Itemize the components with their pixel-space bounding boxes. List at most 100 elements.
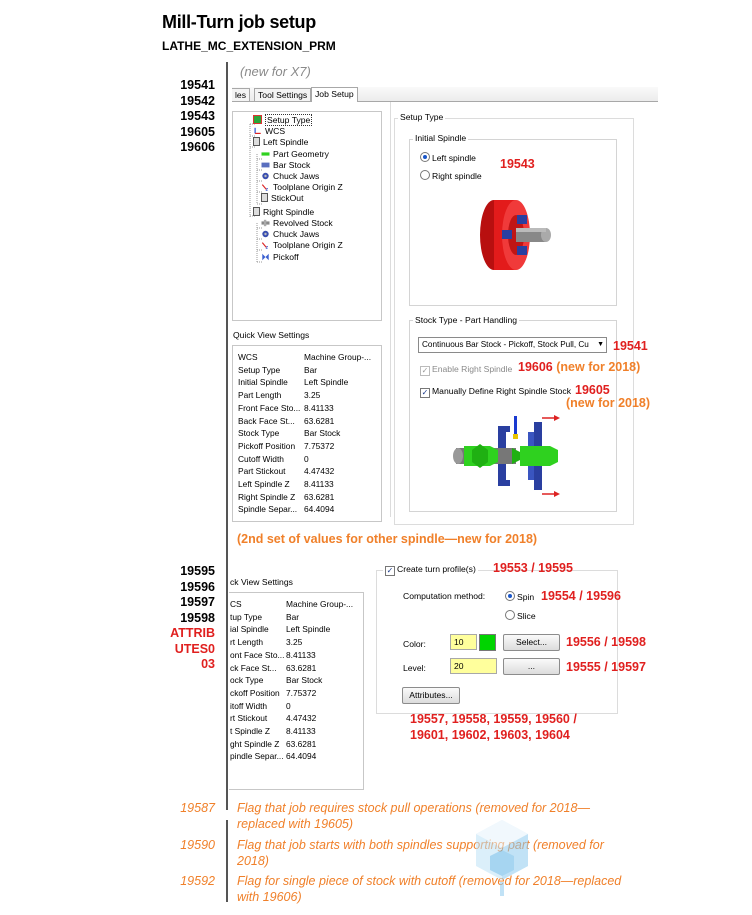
tree-item-left-spindle[interactable]: Left Spindle [253, 137, 308, 147]
manually-define-checkbox[interactable]: ✓ Manually Define Right Spindle Stock [420, 386, 571, 398]
attributes-button[interactable]: Attributes... [402, 687, 460, 704]
quick-view-title: Quick View Settings [233, 330, 310, 340]
qv-label: ial Spindle [230, 624, 269, 635]
chevron-down-icon[interactable]: ▼ [595, 338, 604, 352]
qv-label: t Spindle Z [230, 726, 271, 737]
spindle-icon [253, 207, 260, 216]
qv-label: ont Face Sto... [230, 649, 285, 660]
qv-label: ckoff Position [230, 687, 280, 698]
chuck-jaws-icon [262, 172, 269, 180]
select-color-button[interactable]: Select... [503, 634, 560, 651]
quick-view-list-2: CS tup Type ial Spindle rt Length ont Fa… [229, 592, 364, 790]
qv-value: Left Spindle [304, 377, 349, 388]
note-param-19590: 19590 [180, 838, 215, 852]
tree-label: Chuck Jaws [273, 171, 320, 181]
stock-type-label: Stock Type - Part Handling [413, 315, 520, 325]
tree-label: Toolplane Origin Z [273, 240, 343, 250]
quick-view-labels: WCS Setup Type Initial Spindle Part Leng… [238, 351, 300, 516]
new-for-x7-note: (new for X7) [240, 64, 311, 79]
qv-value: 4.47432 [304, 466, 335, 477]
left-spindle-radio[interactable]: Left spindle [420, 152, 476, 163]
qv-value: 64.4094 [286, 751, 317, 762]
qv-value: 0 [304, 453, 309, 464]
checkbox[interactable]: ✓ [420, 388, 430, 398]
create-turn-profile-checkbox[interactable]: ✓ Create turn profile(s) [383, 564, 478, 576]
tree-item-stickout[interactable]: StickOut [261, 193, 303, 203]
qv-value: 8.41133 [304, 402, 334, 413]
tree-item-right-spindle[interactable]: Right Spindle [253, 207, 314, 217]
tree-item-pickoff[interactable]: Pickoff [261, 252, 299, 262]
tree-item-bar-stock[interactable]: Bar Stock [261, 160, 310, 170]
qv-label: pindle Separ... [230, 751, 284, 762]
param-list-1: 19541 19542 19543 19605 19606 [163, 78, 215, 156]
tree-item-chuck-jaws-right[interactable]: Chuck Jaws [261, 229, 319, 239]
radio-button[interactable] [420, 170, 430, 180]
callout-create-profile: 19553 / 19595 [493, 561, 573, 575]
qv-label: CS [230, 599, 242, 609]
tree-item-wcs[interactable]: WCS [253, 126, 285, 136]
tree-item-toolplane-origin[interactable]: z Toolplane Origin Z [261, 182, 343, 192]
enable-right-spindle-checkbox[interactable]: ✓ Enable Right Spindle [420, 364, 512, 376]
qv-label: Setup Type [238, 364, 281, 375]
radio-button[interactable] [505, 591, 515, 601]
note-line: Flag that job requires stock pull operat… [237, 801, 590, 815]
tree-item-part-geometry[interactable]: Part Geometry [261, 149, 329, 159]
checkbox-label: Create turn profile(s) [397, 564, 476, 574]
note-19590: Flag that job starts with both spindles … [237, 837, 677, 869]
qv-value: Bar Stock [304, 428, 341, 439]
tab-job-setup[interactable]: Job Setup [311, 87, 358, 102]
right-spindle-radio[interactable]: Right spindle [420, 170, 482, 181]
qv-label: Pickoff Position [238, 440, 296, 451]
radio-label: Left spindle [432, 153, 476, 163]
color-label: Color: [403, 639, 426, 649]
param-number: 19606 [180, 140, 215, 154]
level-field[interactable]: 20 [450, 658, 497, 674]
slice-radio[interactable]: Slice [505, 610, 536, 621]
level-browse-button[interactable]: ... [503, 658, 560, 675]
qv-value: 3.25 [286, 637, 303, 648]
tree-label: Pickoff [273, 252, 299, 262]
callout-computation-method: 19554 / 19596 [541, 589, 621, 603]
radio-button[interactable] [505, 610, 515, 620]
tree-item-toolplane-origin-right[interactable]: z Toolplane Origin Z [261, 240, 343, 250]
radio-label: Spin [517, 592, 535, 602]
svg-text:z: z [266, 245, 269, 249]
tree-label: Setup Type [265, 114, 313, 126]
callout-19605-new: (new for 2018) [566, 396, 651, 410]
bar-stock-icon [261, 162, 270, 168]
setup-type-icon [253, 115, 262, 124]
spin-radio[interactable]: Spin [505, 591, 534, 602]
tree-label: WCS [265, 126, 286, 136]
chuck-jaws-icon [262, 230, 269, 238]
panel-divider [390, 102, 391, 517]
qv-label: Part Stickout [238, 466, 286, 477]
radio-button[interactable] [420, 152, 430, 162]
qv-label: Part Length [238, 390, 282, 401]
checkbox[interactable]: ✓ [385, 566, 395, 576]
tab-previous[interactable]: les [232, 88, 250, 101]
checkbox[interactable]: ✓ [420, 366, 430, 376]
stock-type-dropdown[interactable]: Continuous Bar Stock - Pickoff, Stock Pu… [418, 337, 607, 353]
qv-label: Spindle Separ... [238, 504, 298, 515]
qv-value: 8.41133 [286, 649, 316, 660]
note-line: replaced with 19605) [237, 817, 354, 831]
qv-label: tup Type [230, 611, 262, 622]
margin-rule [226, 62, 228, 810]
color-field[interactable]: 10 [450, 634, 477, 650]
qv-value: Bar Stock [286, 675, 323, 686]
qv-value: 7.75372 [304, 440, 335, 451]
tree-item-revolved-stock[interactable]: Revolved Stock [261, 218, 333, 228]
tree-item-setup-type[interactable]: Setup Type [253, 114, 313, 126]
qv-value: 63.6281 [304, 491, 335, 502]
qv-label: rt Stickout [230, 713, 268, 724]
qv-label: Cutoff Width [238, 453, 284, 464]
tree-item-chuck-jaws[interactable]: Chuck Jaws [261, 171, 319, 181]
quick-view-labels: CS tup Type ial Spindle rt Length ont Fa… [230, 598, 284, 763]
color-swatch[interactable] [479, 634, 496, 651]
qv-label: ght Spindle Z [230, 738, 280, 749]
stickout-icon [261, 193, 268, 202]
tab-tool-settings[interactable]: Tool Settings [254, 88, 312, 101]
callout-number: 19606 [518, 360, 553, 374]
second-set-note: (2nd set of values for other spindle—new… [237, 532, 538, 546]
qv-label: ock Type [230, 675, 264, 686]
